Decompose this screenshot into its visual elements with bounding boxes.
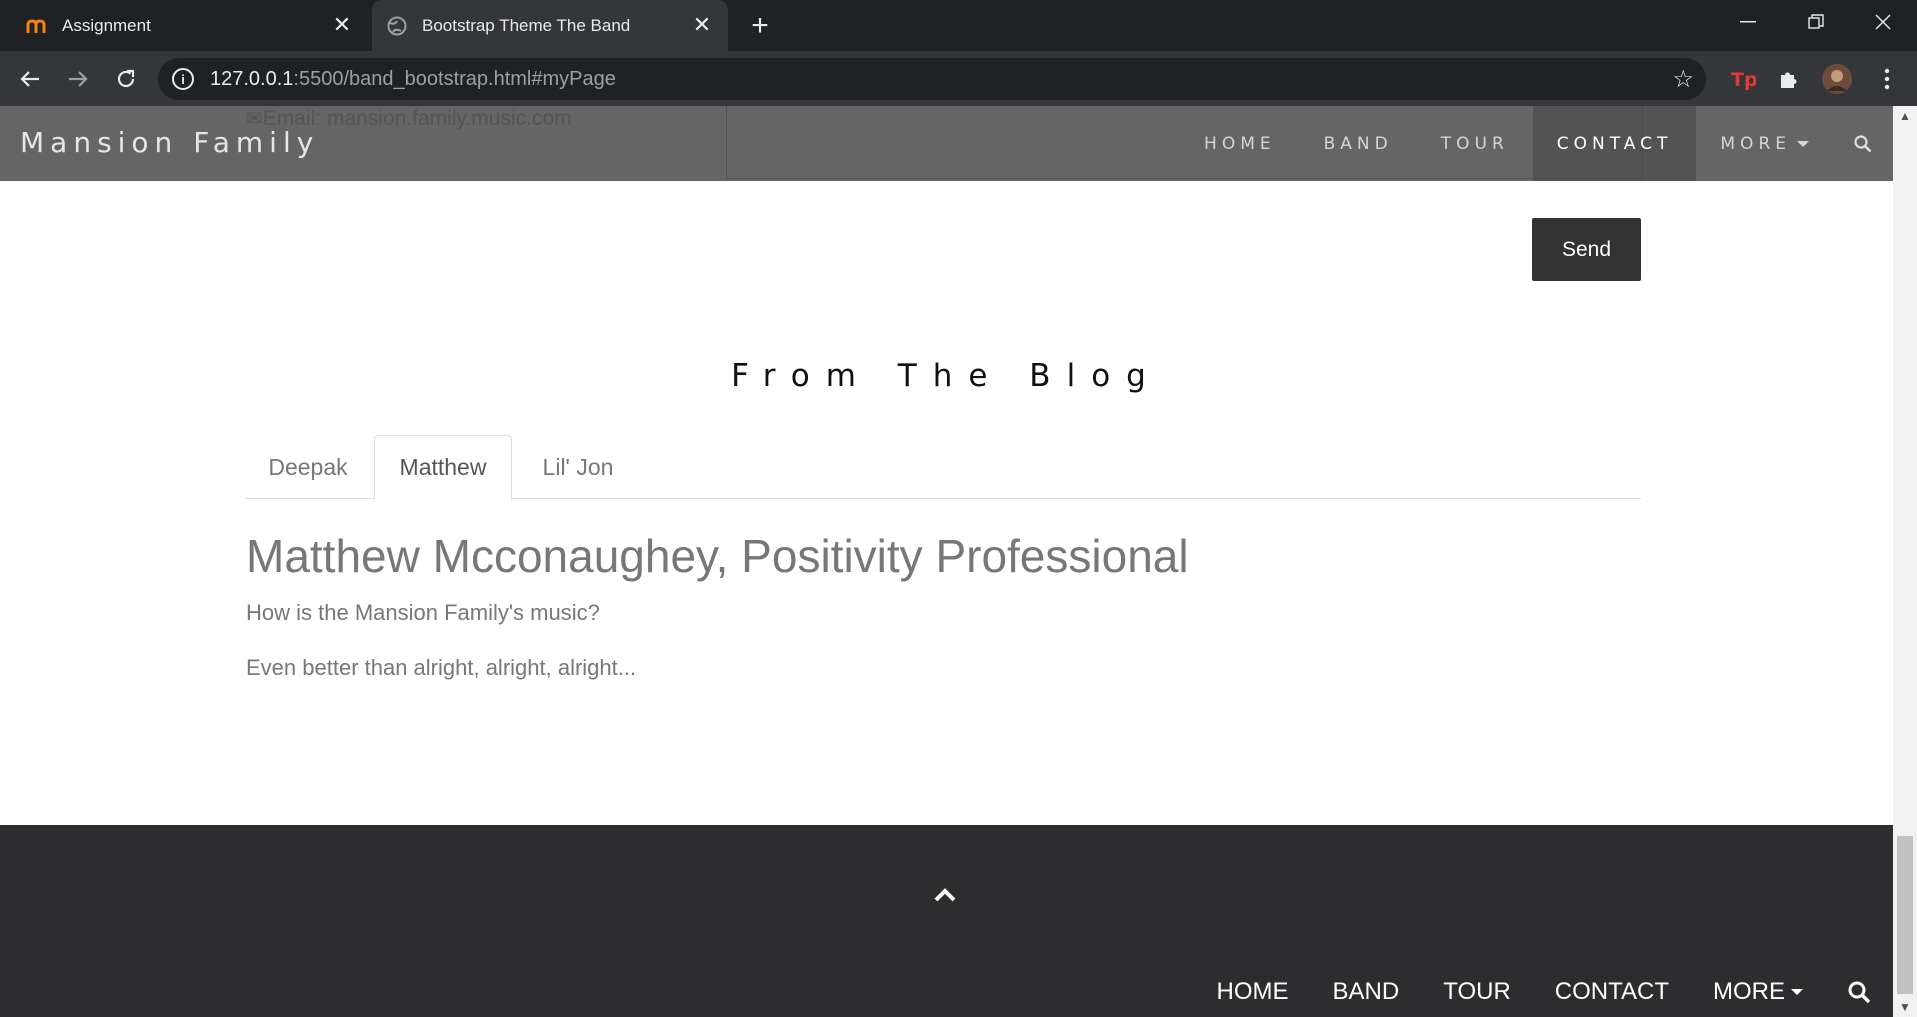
site-info-icon[interactable]: i bbox=[172, 68, 194, 90]
blog-post-question: How is the Mansion Family's music? bbox=[246, 600, 600, 625]
blog-post-heading: Matthew Mcconaughey, Positivity Professi… bbox=[246, 530, 1189, 582]
chevron-up-icon[interactable] bbox=[930, 880, 960, 910]
browser-toolbar: i 127.0.0.1:5500/band_bootstrap.html#myP… bbox=[0, 51, 1917, 106]
tab-lil-jon[interactable]: Lil' Jon bbox=[516, 435, 640, 499]
moodle-icon bbox=[26, 15, 48, 37]
footer-nav-more-label: MORE bbox=[1713, 978, 1785, 1005]
search-icon[interactable] bbox=[1833, 106, 1893, 181]
site-footer: HOME BAND TOUR CONTACT MORE bbox=[0, 825, 1893, 1017]
footer-nav: HOME BAND TOUR CONTACT MORE bbox=[1195, 967, 1893, 1017]
send-button[interactable]: Send bbox=[1532, 218, 1641, 281]
nav-item-contact[interactable]: CONTACT bbox=[1532, 106, 1697, 181]
caret-down-icon bbox=[1797, 140, 1809, 147]
nav-item-more[interactable]: MORE bbox=[1696, 106, 1833, 181]
blog-section-title: From The Blog bbox=[731, 358, 1162, 394]
search-icon[interactable] bbox=[1825, 980, 1893, 1004]
page-viewport: Mansion Family HOME BAND TOUR CONTACT MO… bbox=[0, 106, 1893, 1017]
scrollbar-thumb[interactable] bbox=[1897, 836, 1913, 994]
profile-avatar[interactable] bbox=[1822, 64, 1852, 94]
tp-extension-icon[interactable]: Tp bbox=[1728, 64, 1758, 94]
back-icon[interactable] bbox=[12, 61, 48, 97]
tab-deepak[interactable]: Deepak bbox=[246, 435, 370, 499]
footer-nav-home[interactable]: HOME bbox=[1195, 978, 1311, 1006]
reload-icon[interactable] bbox=[108, 61, 144, 97]
caret-down-icon bbox=[1791, 989, 1803, 995]
extensions-puzzle-icon[interactable] bbox=[1774, 64, 1804, 94]
browser-tab-title: Bootstrap Theme The Band bbox=[422, 15, 631, 35]
browser-menu-icon[interactable] bbox=[1872, 64, 1902, 94]
scroll-down-arrow-icon[interactable]: ▼ bbox=[1893, 997, 1917, 1017]
restore-icon[interactable] bbox=[1782, 0, 1850, 44]
browser-tab-strip: Assignment ✕ Bootstrap Theme The Band ✕ … bbox=[0, 0, 1917, 51]
nav-item-tour[interactable]: TOUR bbox=[1417, 106, 1533, 181]
browser-tab-assignment[interactable]: Assignment ✕ bbox=[0, 0, 368, 51]
blog-tabs: Deepak Matthew Lil' Jon bbox=[246, 435, 1641, 500]
contact-email-text: Email: mansion.family.music.com bbox=[262, 107, 572, 130]
nav-item-band[interactable]: BAND bbox=[1300, 106, 1417, 181]
contact-email: ✉Email: mansion.family.music.com bbox=[246, 106, 572, 131]
browser-tab-band[interactable]: Bootstrap Theme The Band ✕ bbox=[372, 0, 728, 51]
scroll-up-arrow-icon[interactable]: ▲ bbox=[1893, 106, 1917, 126]
nav-item-more-label: MORE bbox=[1720, 133, 1791, 154]
address-bar[interactable]: i 127.0.0.1:5500/band_bootstrap.html#myP… bbox=[158, 58, 1706, 100]
svg-text:Tp: Tp bbox=[1731, 69, 1756, 90]
footer-nav-tour[interactable]: TOUR bbox=[1421, 978, 1533, 1006]
footer-nav-contact[interactable]: CONTACT bbox=[1533, 978, 1691, 1006]
bookmark-star-icon[interactable]: ☆ bbox=[1672, 65, 1694, 94]
footer-nav-more[interactable]: MORE bbox=[1691, 978, 1825, 1006]
close-tab-icon[interactable]: ✕ bbox=[690, 12, 714, 37]
site-nav-menu: HOME BAND TOUR CONTACT MORE bbox=[1180, 106, 1893, 181]
minimize-icon[interactable] bbox=[1714, 0, 1782, 44]
page-scrollbar[interactable]: ▲ ▼ bbox=[1893, 106, 1917, 1017]
new-tab-icon[interactable]: + bbox=[744, 9, 776, 42]
footer-nav-band[interactable]: BAND bbox=[1311, 978, 1422, 1006]
envelope-icon: ✉ bbox=[246, 108, 263, 130]
forward-icon[interactable] bbox=[60, 61, 96, 97]
url-text[interactable]: 127.0.0.1:5500/band_bootstrap.html#myPag… bbox=[210, 68, 616, 91]
close-window-icon[interactable] bbox=[1849, 0, 1917, 44]
browser-tab-title: Assignment bbox=[62, 15, 151, 35]
nav-item-home[interactable]: HOME bbox=[1180, 106, 1300, 181]
blog-post-answer: Even better than alright, alright, alrig… bbox=[246, 655, 637, 680]
globe-icon bbox=[386, 15, 408, 37]
close-tab-icon[interactable]: ✕ bbox=[330, 12, 354, 37]
tab-matthew[interactable]: Matthew bbox=[374, 435, 512, 500]
